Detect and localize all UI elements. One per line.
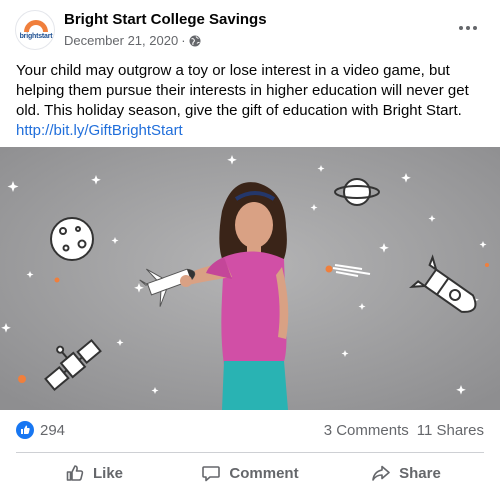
- comment-button[interactable]: Comment: [172, 454, 328, 492]
- reaction-stats: 294 3 Comments 11 Shares: [16, 420, 484, 442]
- action-bar: Like Comment Share: [16, 454, 484, 492]
- share-button[interactable]: Share: [328, 454, 484, 492]
- page-avatar[interactable]: brightstart: [15, 10, 55, 50]
- shares-count[interactable]: 11 Shares: [417, 422, 484, 439]
- engagement-counts: 3 Comments 11 Shares: [324, 422, 484, 439]
- post-caption: Your child may outgrow a toy or lose int…: [16, 61, 486, 141]
- comment-label: Comment: [229, 464, 299, 482]
- post-header: brightstart Bright Start College Savings…: [0, 0, 500, 60]
- share-arrow-icon: [372, 465, 390, 481]
- post-image[interactable]: [0, 147, 500, 410]
- thumbs-up-icon: [66, 465, 84, 481]
- like-count[interactable]: 294: [40, 422, 65, 439]
- post-meta: December 21, 2020 ·: [64, 33, 201, 48]
- comment-icon: [202, 466, 221, 482]
- caption-text: Your child may outgrow a toy or lose int…: [16, 62, 469, 119]
- comments-count[interactable]: 3 Comments: [324, 422, 409, 439]
- like-reaction-icon[interactable]: [16, 421, 34, 439]
- sun-logo-icon: [24, 20, 48, 32]
- post-date[interactable]: December 21, 2020: [64, 33, 178, 48]
- girl-with-toy-space-shuttle-icon: [0, 147, 500, 410]
- share-label: Share: [399, 464, 441, 482]
- logo-text: brightstart: [19, 33, 53, 40]
- more-options-icon[interactable]: [456, 18, 480, 38]
- actions-divider: [16, 452, 484, 453]
- globe-icon[interactable]: [189, 35, 201, 47]
- like-button[interactable]: Like: [16, 454, 172, 492]
- like-label: Like: [92, 464, 123, 482]
- meta-separator: ·: [181, 33, 186, 48]
- page-name-link[interactable]: Bright Start College Savings: [64, 11, 267, 28]
- caption-link[interactable]: http://bit.ly/GiftBrightStart: [16, 122, 183, 139]
